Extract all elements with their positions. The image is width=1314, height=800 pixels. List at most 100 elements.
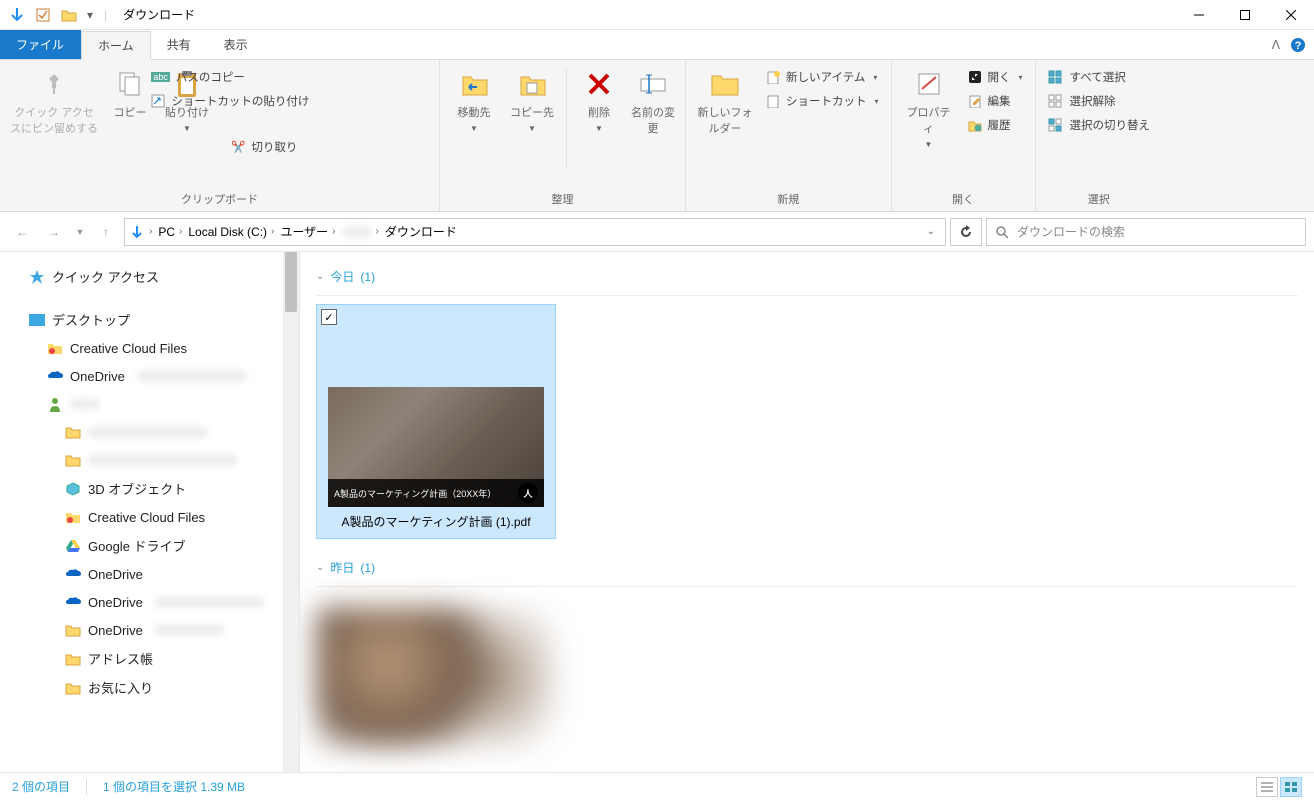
qat-properties-icon[interactable] bbox=[32, 4, 54, 26]
tab-home[interactable]: ホーム bbox=[81, 31, 151, 60]
view-thumbnails-button[interactable] bbox=[1280, 777, 1302, 797]
sidebar-item-onedrive2[interactable]: OneDrive bbox=[0, 560, 299, 588]
sidebar-item-ccfiles[interactable]: Creative Cloud Files bbox=[0, 334, 299, 362]
gdrive-icon bbox=[64, 537, 82, 555]
close-button[interactable] bbox=[1268, 0, 1314, 30]
onedrive-icon bbox=[46, 367, 64, 385]
selectnone-icon bbox=[1048, 94, 1064, 108]
newfolder-icon bbox=[709, 68, 741, 100]
search-input[interactable]: ダウンロードの検索 bbox=[986, 218, 1306, 246]
address-row: ← → ▼ ↑ › PC› Local Disk (C:)› ユーザー› › ダ… bbox=[0, 212, 1314, 252]
status-item-count: 2 個の項目 bbox=[12, 778, 70, 795]
nav-back-button[interactable]: ← bbox=[8, 218, 36, 246]
history-button[interactable]: 履歴 bbox=[964, 114, 1027, 136]
folder-icon bbox=[64, 621, 82, 639]
copy-path-button[interactable]: abcパスのコピー bbox=[147, 66, 313, 88]
sidebar-item-addressbook[interactable]: アドレス帳 bbox=[0, 644, 299, 673]
view-details-button[interactable] bbox=[1256, 777, 1278, 797]
sidebar-item-folder2[interactable] bbox=[0, 446, 299, 474]
crumb-pc[interactable]: PC› bbox=[156, 225, 184, 239]
delete-button[interactable]: 削除▼ bbox=[575, 64, 623, 137]
group-today[interactable]: ⌄ 今日 (1) bbox=[316, 264, 1298, 296]
file-name-label: A製品のマーケティング計画 (1).pdf bbox=[337, 507, 534, 536]
paste-shortcut-button[interactable]: ショートカットの貼り付け bbox=[147, 90, 313, 112]
edit-icon bbox=[968, 94, 982, 108]
sidebar-item-onedrive4[interactable]: OneDrive bbox=[0, 616, 299, 644]
sidebar-item-onedrive[interactable]: OneDrive bbox=[0, 362, 299, 390]
sidebar-item-user[interactable] bbox=[0, 390, 299, 418]
file-item-blurred[interactable] bbox=[316, 607, 556, 747]
qat-folder-icon[interactable] bbox=[58, 4, 80, 26]
properties-button[interactable]: プロパティ▼ bbox=[900, 64, 958, 153]
tab-share[interactable]: 共有 bbox=[151, 30, 208, 59]
folder-icon bbox=[64, 679, 82, 697]
history-icon bbox=[968, 118, 982, 132]
move-to-button[interactable]: 移動先▼ bbox=[448, 64, 500, 137]
sidebar-item-desktop[interactable]: デスクトップ bbox=[0, 305, 299, 334]
file-item-selected[interactable]: ✓ A製品のマーケティング計画（20XX年） 人 A製品のマーケティング計画 (… bbox=[316, 304, 556, 539]
open-button[interactable]: 開く▾ bbox=[964, 66, 1027, 88]
group-yesterday[interactable]: ⌄ 昨日 (1) bbox=[316, 555, 1298, 587]
cube-icon bbox=[64, 480, 82, 498]
titlebar: ▾ | ダウンロード bbox=[0, 0, 1314, 30]
nav-up-button[interactable]: ↑ bbox=[92, 218, 120, 246]
select-none-button[interactable]: 選択解除 bbox=[1044, 90, 1155, 112]
maximize-button[interactable] bbox=[1222, 0, 1268, 30]
crumb-downloads[interactable]: ダウンロード bbox=[383, 223, 459, 240]
sidebar-item-ccfiles2[interactable]: Creative Cloud Files bbox=[0, 503, 299, 531]
group-label-clipboard: クリップボード bbox=[8, 189, 431, 209]
qat-dropdown-icon[interactable]: ▾ bbox=[84, 4, 96, 26]
crumb-disk[interactable]: Local Disk (C:)› bbox=[186, 225, 276, 239]
rename-icon bbox=[637, 68, 669, 100]
divider bbox=[86, 779, 87, 795]
rename-button[interactable]: 名前の変更 bbox=[629, 64, 677, 140]
move-icon bbox=[458, 68, 490, 100]
copy-to-button[interactable]: コピー先▼ bbox=[506, 64, 558, 137]
addr-dropdown-icon[interactable]: ⌄ bbox=[927, 226, 935, 237]
address-bar[interactable]: › PC› Local Disk (C:)› ユーザー› › ダウンロード ⌄ bbox=[124, 218, 946, 246]
invert-selection-button[interactable]: 選択の切り替え bbox=[1044, 114, 1155, 136]
select-all-button[interactable]: すべて選択 bbox=[1044, 66, 1155, 88]
help-icon[interactable]: ? bbox=[1290, 37, 1306, 53]
sidebar-item-favorites[interactable]: お気に入り bbox=[0, 673, 299, 702]
file-thumbnail: A製品のマーケティング計画（20XX年） 人 bbox=[324, 307, 548, 507]
copy-icon bbox=[114, 68, 146, 100]
newitem-icon bbox=[766, 70, 780, 84]
statusbar: 2 個の項目 1 個の項目を選択 1.39 MB bbox=[0, 772, 1314, 800]
minimize-button[interactable] bbox=[1176, 0, 1222, 30]
group-label-new: 新規 bbox=[694, 189, 883, 209]
crumb-chev[interactable]: › bbox=[147, 226, 154, 237]
sidebar-item-onedrive3[interactable]: OneDrive bbox=[0, 588, 299, 616]
nav-forward-button[interactable]: → bbox=[40, 218, 68, 246]
sidebar-item-3dobjects[interactable]: 3D オブジェクト bbox=[0, 474, 299, 503]
crumb-user[interactable]: › bbox=[340, 226, 381, 238]
path-icon: abc bbox=[151, 72, 170, 82]
folder-icon bbox=[64, 423, 82, 441]
edit-button[interactable]: 編集 bbox=[964, 90, 1027, 112]
crumb-users[interactable]: ユーザー› bbox=[278, 223, 337, 240]
main-area: クイック アクセス デスクトップ Creative Cloud Files On… bbox=[0, 252, 1314, 772]
file-checkbox[interactable]: ✓ bbox=[321, 309, 337, 325]
tab-view[interactable]: 表示 bbox=[208, 30, 265, 59]
sidebar-item-quickaccess[interactable]: クイック アクセス bbox=[0, 262, 299, 291]
ribbon-tabs: ファイル ホーム 共有 表示 ᐱ ? bbox=[0, 30, 1314, 60]
new-item-button[interactable]: 新しいアイテム▾ bbox=[762, 66, 883, 88]
new-folder-button[interactable]: 新しいフォルダー bbox=[694, 64, 756, 140]
search-icon bbox=[995, 225, 1009, 239]
new-shortcut-button[interactable]: ショートカット▾ bbox=[762, 90, 883, 112]
cut-button[interactable]: ✂️切り取り bbox=[227, 136, 301, 158]
sidebar-item-folder1[interactable] bbox=[0, 418, 299, 446]
pin-to-quick-access-button[interactable]: クイック アクセスにピン留めする bbox=[8, 64, 100, 140]
ribbon: クイック アクセスにピン留めする コピー 貼り付け ▼ ✂️切り取り abcパス… bbox=[0, 60, 1314, 212]
user-icon bbox=[46, 395, 64, 413]
pdf-badge-icon: 人 bbox=[518, 483, 538, 503]
refresh-button[interactable] bbox=[950, 218, 982, 246]
delete-x-icon bbox=[583, 68, 615, 100]
sidebar-scrollbar[interactable] bbox=[283, 252, 299, 772]
sidebar-item-gdrive[interactable]: Google ドライブ bbox=[0, 531, 299, 560]
tab-file[interactable]: ファイル bbox=[0, 30, 81, 59]
group-label-open: 開く bbox=[900, 189, 1027, 209]
nav-recent-button[interactable]: ▼ bbox=[72, 218, 88, 246]
shortcut-icon bbox=[151, 94, 165, 108]
ribbon-collapse-icon[interactable]: ᐱ bbox=[1272, 38, 1280, 52]
